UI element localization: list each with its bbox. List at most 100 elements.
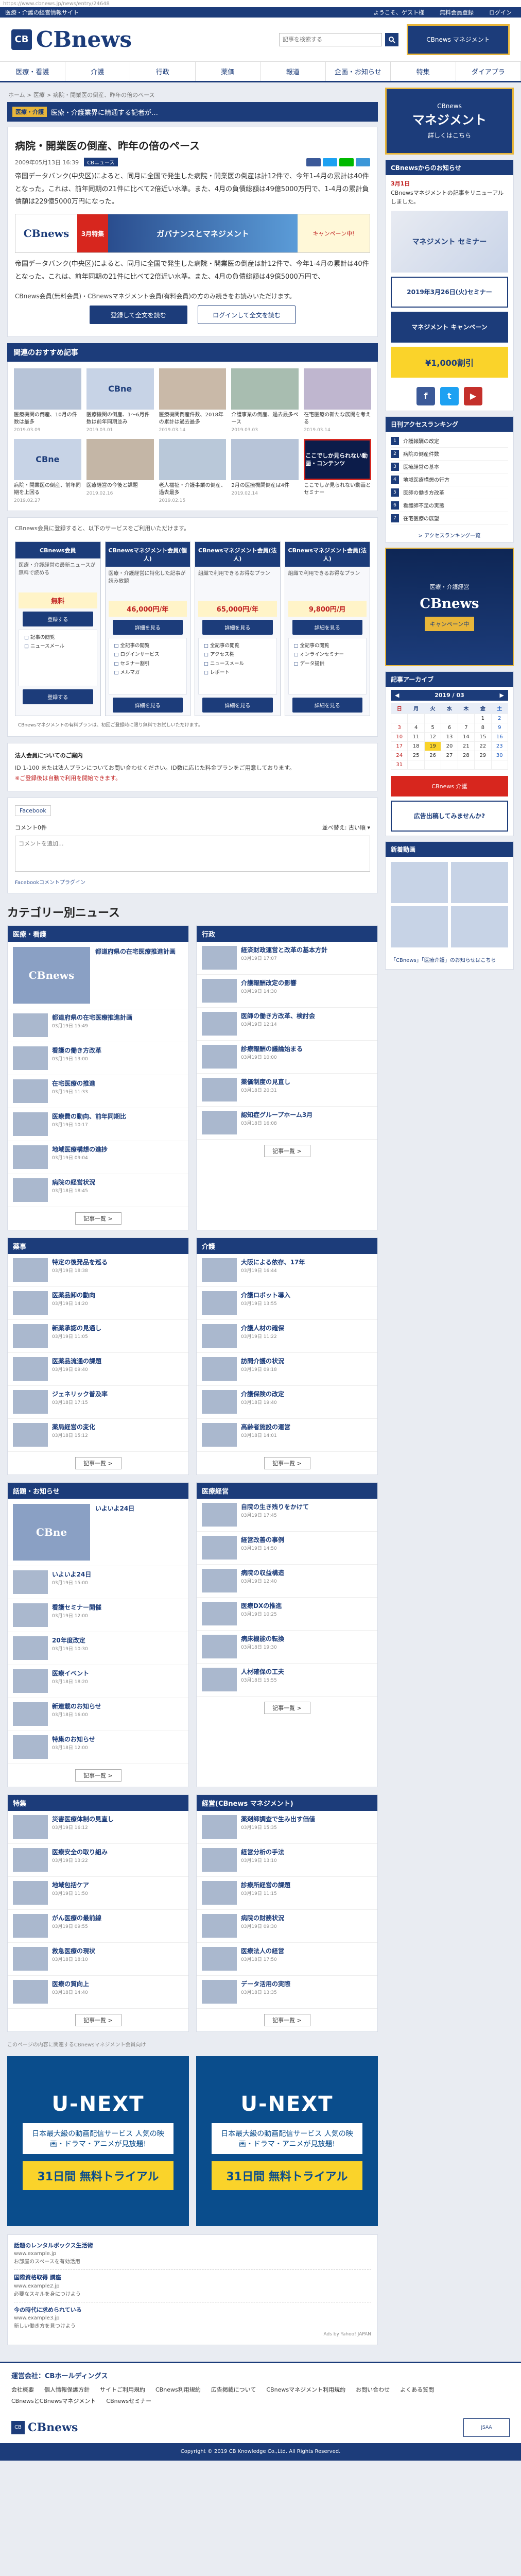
category-item-image[interactable] [202, 1946, 237, 1971]
category-item[interactable]: 医療DXの推進 03月19日 10:25 [197, 1598, 377, 1631]
category-item-title[interactable]: 介護報酬改定の影響 03月19日 14:30 [241, 979, 297, 1003]
recommend-item[interactable]: 介護事業の倒産、過去最多ペース 2019.03.03 [231, 368, 299, 434]
search-input[interactable] [279, 32, 382, 46]
category-item[interactable]: データ活用の実際 03月18日 13:35 [197, 1976, 377, 2009]
hatena-share-icon[interactable] [356, 158, 370, 166]
recommend-thumb[interactable] [231, 439, 299, 481]
category-item-image[interactable] [13, 1880, 48, 1905]
category-item-title[interactable]: 看護の働き方改革 03月19日 13:00 [52, 1046, 101, 1071]
category-item-title[interactable]: 在宅医療の推進 03月19日 11:33 [52, 1079, 95, 1104]
category-item[interactable]: 介護ロボット導入 03月19日 13:55 [197, 1287, 377, 1320]
login-button[interactable]: ログインして全文を読む [198, 306, 296, 325]
category-item-image[interactable] [202, 1110, 237, 1134]
category-item[interactable]: 人材確保の工夫 03月18日 15:55 [197, 1664, 377, 1697]
category-item-image[interactable] [13, 1291, 48, 1315]
category-item[interactable]: 医師の働き方改革、検討会 03月19日 12:14 [197, 1008, 377, 1041]
category-item-image[interactable] [202, 1422, 237, 1447]
footer-link[interactable]: 広告掲載について [211, 2385, 256, 2394]
category-item-title[interactable]: いよいよ24日 03月19日 15:00 [52, 1570, 91, 1595]
facebook-tab[interactable]: Facebook [15, 805, 51, 816]
text-ad-title[interactable]: 話題のレンタルボックス生活術 [14, 2241, 371, 2250]
category-item[interactable]: 介護人材の確保 03月19日 11:22 [197, 1320, 377, 1353]
category-item-title[interactable]: 医療安全の取り組み 03月19日 13:22 [52, 1848, 108, 1872]
category-item-image[interactable] [202, 1667, 237, 1691]
category-item[interactable]: 新連載のお知らせ 03月18日 16:00 [8, 1698, 188, 1731]
recommend-title[interactable]: 医療機関の倒産、1〜6月件数は前年同期並み [86, 412, 154, 426]
category-more-button[interactable]: 記事一覧 > [75, 2013, 121, 2026]
calendar-day[interactable]: 9 [491, 722, 509, 733]
plan-cta-button[interactable]: 登録する [23, 612, 93, 627]
category-item-title[interactable]: 人材確保の工夫 03月18日 15:55 [241, 1668, 284, 1692]
calendar-day[interactable]: 15 [474, 732, 492, 742]
category-item[interactable]: 20年度改定 03月19日 10:30 [8, 1632, 188, 1665]
category-item[interactable]: 認知症グループホーム3月 03月18日 16:08 [197, 1107, 377, 1140]
footer-link[interactable]: サイトご利用規約 [100, 2385, 145, 2394]
topbar-login-link[interactable]: ログイン [485, 8, 516, 16]
ranking-item[interactable]: 4 地域医療構想の行方 [391, 473, 508, 486]
nav-item-feature[interactable]: 特集 [391, 62, 456, 81]
category-item-image[interactable] [202, 1044, 237, 1069]
calendar-next-button[interactable]: ▶ [500, 692, 504, 699]
category-item[interactable]: 診療所経営の課題 03月19日 11:15 [197, 1877, 377, 1910]
recommend-title[interactable]: 介護事業の倒産、過去最多ペース [231, 412, 299, 426]
sidebar-red-banner[interactable]: CBnews 介護 [391, 775, 508, 796]
calendar-day[interactable]: 10 [390, 732, 408, 742]
category-item-image[interactable] [202, 1258, 237, 1282]
comment-input[interactable] [15, 835, 370, 872]
category-item-image[interactable] [202, 945, 237, 970]
category-item-image[interactable] [13, 1324, 48, 1348]
category-item[interactable]: 大阪による依存、17年 03月19日 16:44 [197, 1254, 377, 1287]
footer-link[interactable]: よくある質問 [400, 2385, 434, 2394]
category-item-image[interactable] [202, 1502, 237, 1527]
footer-link[interactable]: 個人情報保護方針 [44, 2385, 90, 2394]
category-item[interactable]: 医療費の動向、前年同期比 03月19日 10:17 [8, 1108, 188, 1141]
category-item-title[interactable]: 病床機能の転換 03月18日 19:30 [241, 1635, 284, 1659]
recommend-thumb[interactable] [304, 368, 371, 410]
category-item-image[interactable] [13, 1570, 48, 1594]
category-item-title[interactable]: 医療イベント 03月18日 18:20 [52, 1669, 89, 1693]
category-item-image[interactable] [202, 1634, 237, 1658]
top-ad-bar[interactable]: 医療・介護 医療・介護業界に精通する記者が… [7, 102, 378, 122]
thumb-3[interactable] [391, 906, 448, 947]
sidebar-links[interactable]: 「CBnews」「医療介護」のお知らせはこちら [386, 953, 513, 969]
category-item-image[interactable] [13, 1013, 48, 1037]
unext-ad-left[interactable]: U-NEXT 日本最大級の動画配信サービス 人気の映画・ドラマ・アニメが見放題!… [7, 2056, 189, 2226]
category-item-title[interactable]: 看護セミナー開催 03月19日 12:00 [52, 1603, 101, 1628]
sidebar-discount-banner[interactable]: ¥1,000割引 [391, 346, 508, 378]
category-item[interactable]: 病院の経営状況 03月18日 18:45 [8, 1174, 188, 1207]
category-featured[interactable]: CBne いよいよ24日 [8, 1499, 188, 1566]
calendar-day[interactable]: 2 [491, 713, 509, 723]
category-item[interactable]: 薬価制度の見直し 03月18日 20:31 [197, 1074, 377, 1107]
category-item-image[interactable] [13, 1735, 48, 1759]
calendar-day[interactable]: 30 [491, 750, 509, 760]
category-item-title[interactable]: 医療費の動向、前年同期比 03月19日 10:17 [52, 1112, 126, 1137]
category-item[interactable]: 医療安全の取り組み 03月19日 13:22 [8, 1844, 188, 1877]
category-item-title[interactable]: 自院の生き残りをかけて 03月19日 17:45 [241, 1503, 309, 1527]
category-item-title[interactable]: 認知症グループホーム3月 03月18日 16:08 [241, 1111, 312, 1135]
calendar-day[interactable]: 31 [390, 759, 408, 770]
nav-item-diaplus[interactable]: ダイアプラ [456, 62, 521, 81]
sidebar-management-banner[interactable]: CBnews マネジメント 詳しくはこちら [385, 88, 514, 155]
category-item-image[interactable] [13, 1046, 48, 1070]
category-item-title[interactable]: 新薬承認の見通し 03月19日 11:05 [52, 1324, 101, 1348]
nav-item-care[interactable]: 介護 [65, 62, 130, 81]
calendar-day[interactable]: 12 [424, 732, 442, 742]
category-item-title[interactable]: 特集のお知らせ 03月18日 12:00 [52, 1735, 95, 1759]
ranking-title[interactable]: 医療経営の基本 [403, 463, 439, 470]
calendar-day[interactable]: 13 [441, 732, 458, 742]
category-item[interactable]: 災害医療体制の見直し 03月19日 16:12 [8, 1811, 188, 1844]
recommend-title[interactable]: 2月の医療機関倒産は4件 [231, 482, 299, 489]
plan-detail-button[interactable]: 詳細を見る [112, 698, 183, 713]
category-item[interactable]: 診療報酬の議論始まる 03月19日 10:00 [197, 1041, 377, 1074]
category-item[interactable]: 都道府県の在宅医療推進計画 03月19日 15:49 [8, 1009, 188, 1042]
ranking-item[interactable]: 3 医療経営の基本 [391, 461, 508, 473]
calendar-day[interactable]: 8 [474, 722, 492, 733]
ranking-item[interactable]: 6 看護師不足の実態 [391, 499, 508, 512]
category-item-image[interactable] [202, 1011, 237, 1036]
twitter-icon[interactable]: t [440, 386, 459, 405]
category-item[interactable]: 医薬品流通の課題 03月19日 09:40 [8, 1353, 188, 1386]
ranking-item[interactable]: 1 介護報酬の改定 [391, 435, 508, 448]
nav-item-notice[interactable]: 企画・お知らせ [326, 62, 391, 81]
category-item[interactable]: 訪問介護の状況 03月19日 09:18 [197, 1353, 377, 1386]
category-item-title[interactable]: 診療所経営の課題 03月19日 11:15 [241, 1881, 290, 1905]
